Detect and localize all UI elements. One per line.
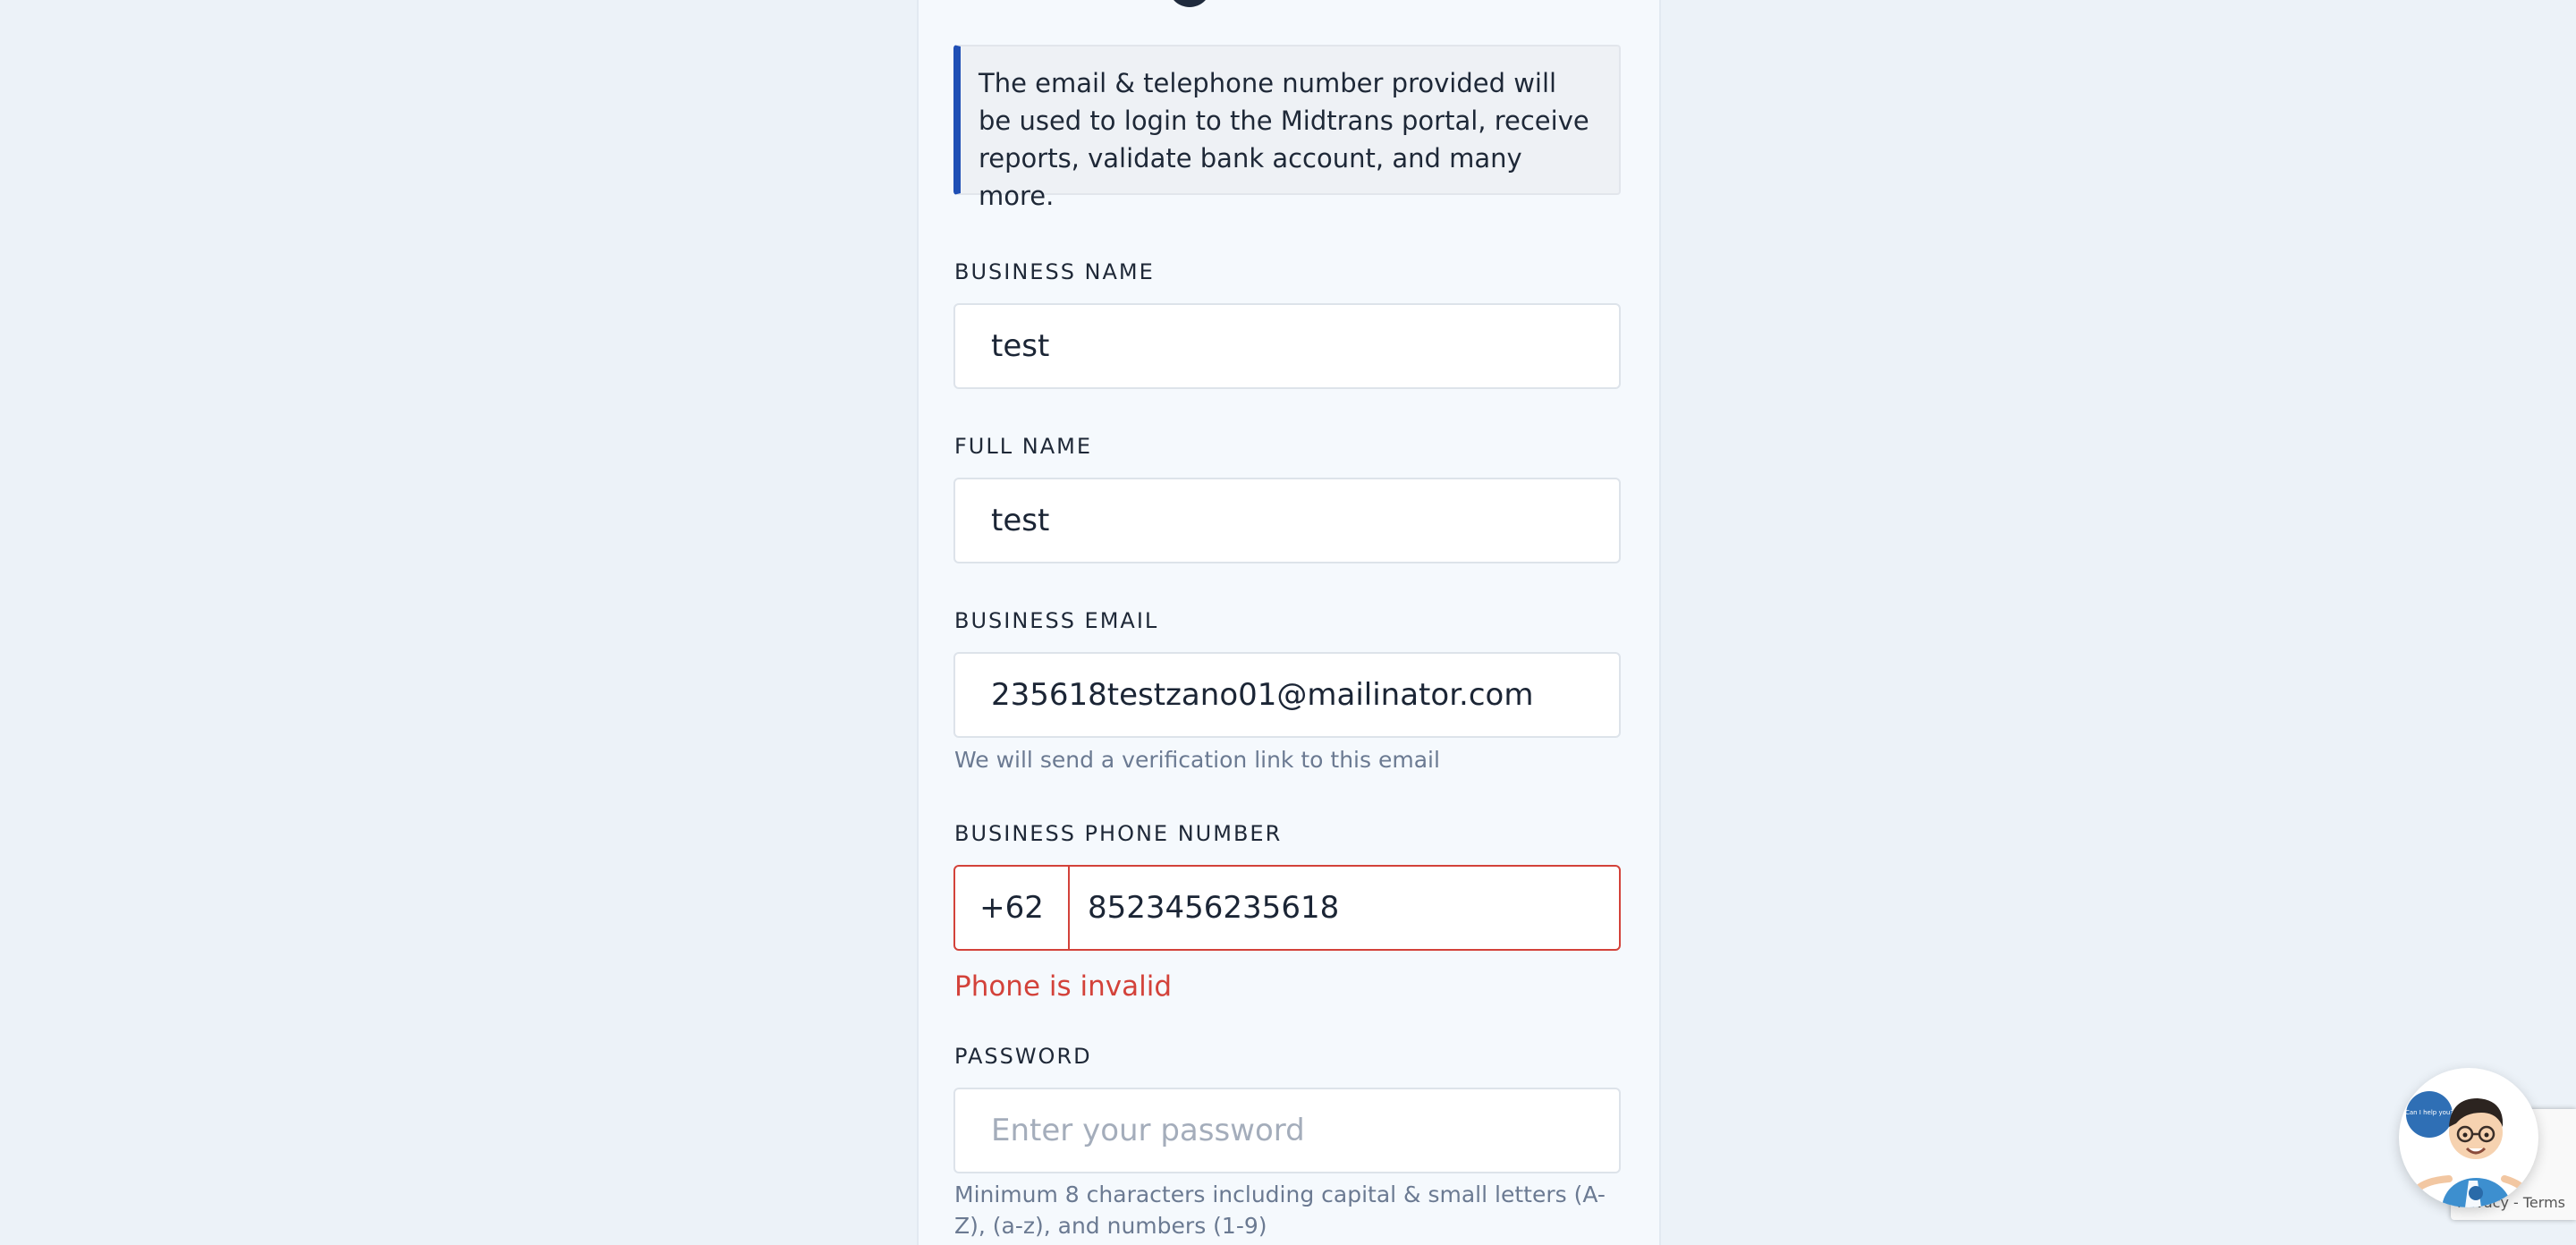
info-callout-text: The email & telephone number provided wi…: [979, 68, 1589, 211]
chat-assistant-avatar-icon: Can I help you?: [2405, 1091, 2529, 1207]
full-name-input[interactable]: [953, 478, 1621, 563]
info-callout: The email & telephone number provided wi…: [953, 45, 1621, 211]
country-code-prefix[interactable]: +62: [955, 867, 1070, 949]
chat-bubble-text: Can I help you?: [2405, 1109, 2453, 1116]
business-email-helper: We will send a verification link to this…: [954, 747, 1440, 773]
business-phone-field: +62: [953, 865, 1621, 951]
business-name-label: BUSINESS NAME: [954, 259, 1155, 284]
business-name-input[interactable]: [953, 303, 1621, 389]
phone-error-message: Phone is invalid: [954, 970, 1173, 1003]
business-phone-input[interactable]: [1070, 867, 1619, 949]
full-name-label: FULL NAME: [954, 434, 1092, 459]
password-helper: Minimum 8 characters including capital &…: [954, 1181, 1606, 1239]
business-email-input[interactable]: [953, 652, 1621, 738]
password-label: PASSWORD: [954, 1044, 1092, 1069]
business-email-label: BUSINESS EMAIL: [954, 608, 1159, 633]
business-phone-label: BUSINESS PHONE NUMBER: [954, 821, 1283, 846]
chat-assistant-button[interactable]: Can I help you?: [2399, 1068, 2538, 1207]
password-input[interactable]: [953, 1088, 1621, 1173]
